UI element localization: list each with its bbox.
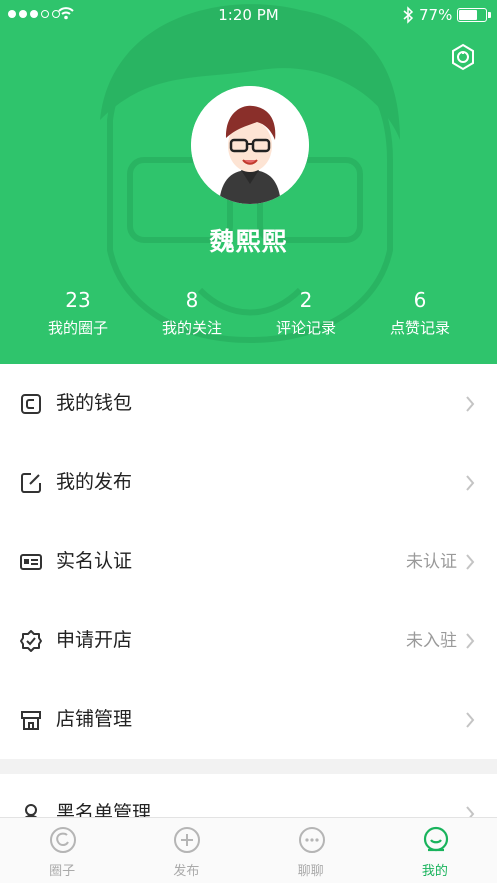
chevron-right-icon — [466, 633, 475, 649]
menu-item-open-shop[interactable]: 申请开店 未入驻 — [0, 601, 497, 680]
chevron-right-icon — [466, 712, 475, 728]
menu-item-label: 实名认证 — [56, 550, 133, 572]
stat-value: 23 — [65, 288, 91, 312]
battery-icon — [457, 8, 491, 22]
menu-item-my-posts[interactable]: 我的发布 — [0, 443, 497, 522]
stat-value: 8 — [185, 288, 199, 312]
chevron-right-icon — [466, 475, 475, 491]
tab-label: 我的 — [421, 864, 448, 879]
wallet-icon — [21, 394, 41, 414]
menu-item-value: 未入驻 — [406, 631, 457, 651]
profile-screen: 1:20 PM 77% 魏熙熙 23 我的圈子 8 我的关注 2 评论记录 6 … — [0, 0, 497, 883]
stat-label: 评论记录 — [275, 319, 336, 337]
menu-item-verification[interactable]: 实名认证 未认证 — [0, 522, 497, 601]
menu-item-value: 未认证 — [406, 552, 457, 572]
menu-item-shop-management[interactable]: 店铺管理 — [0, 680, 497, 759]
profile-stats: 23 我的圈子 8 我的关注 2 评论记录 6 点赞记录 — [0, 286, 497, 340]
stat-my-follows[interactable]: 8 我的关注 — [135, 286, 249, 340]
menu-item-wallet[interactable]: 我的钱包 — [0, 364, 497, 443]
stat-value: 2 — [299, 288, 313, 312]
avatar[interactable] — [191, 86, 309, 204]
stat-value: 6 — [413, 288, 427, 312]
chat-icon — [298, 827, 325, 853]
status-bar: 1:20 PM 77% — [0, 0, 497, 30]
profile-username: 魏熙熙 — [209, 227, 288, 256]
menu-item-label: 我的钱包 — [56, 392, 133, 414]
badge-check-icon — [20, 630, 42, 652]
tab-label: 发布 — [173, 864, 200, 879]
tab-post[interactable]: 发布 — [124, 818, 248, 883]
battery-percent: 77% — [419, 6, 453, 24]
stat-my-circles[interactable]: 23 我的圈子 — [21, 286, 135, 340]
tab-label: 圈子 — [49, 864, 76, 879]
tab-chat[interactable]: 聊聊 — [249, 818, 373, 883]
id-card-icon — [20, 554, 42, 570]
stat-label: 我的关注 — [161, 319, 222, 337]
menu-item-label: 店铺管理 — [56, 708, 133, 730]
stat-label: 点赞记录 — [389, 319, 450, 337]
edit-icon — [21, 473, 41, 493]
tab-label: 聊聊 — [297, 864, 324, 879]
profile-menu: 我的钱包 我的发布 实名认证 未认证 申请开店 未入驻 店铺管理 — [0, 364, 497, 759]
bluetooth-icon — [403, 6, 414, 24]
settings-gear-icon[interactable] — [449, 43, 477, 71]
section-divider — [0, 760, 497, 774]
avatar-illustration — [191, 86, 309, 204]
bottom-tab-bar: 圈子 发布 聊聊 我的 — [0, 817, 497, 883]
stat-label: 我的圈子 — [47, 319, 108, 337]
circle-icon — [50, 827, 76, 853]
stat-comment-history[interactable]: 2 评论记录 — [249, 286, 363, 340]
menu-item-label: 申请开店 — [56, 629, 133, 651]
shop-icon — [21, 711, 41, 730]
profile-icon — [423, 826, 448, 852]
tab-me[interactable]: 我的 — [373, 818, 497, 883]
tab-circles[interactable]: 圈子 — [0, 818, 124, 883]
stat-like-history[interactable]: 6 点赞记录 — [363, 286, 477, 340]
menu-item-label: 我的发布 — [56, 471, 133, 493]
chevron-right-icon — [466, 554, 475, 570]
profile-header: 1:20 PM 77% 魏熙熙 23 我的圈子 8 我的关注 2 评论记录 6 … — [0, 0, 497, 364]
chevron-right-icon — [466, 396, 475, 412]
plus-icon — [174, 827, 201, 853]
